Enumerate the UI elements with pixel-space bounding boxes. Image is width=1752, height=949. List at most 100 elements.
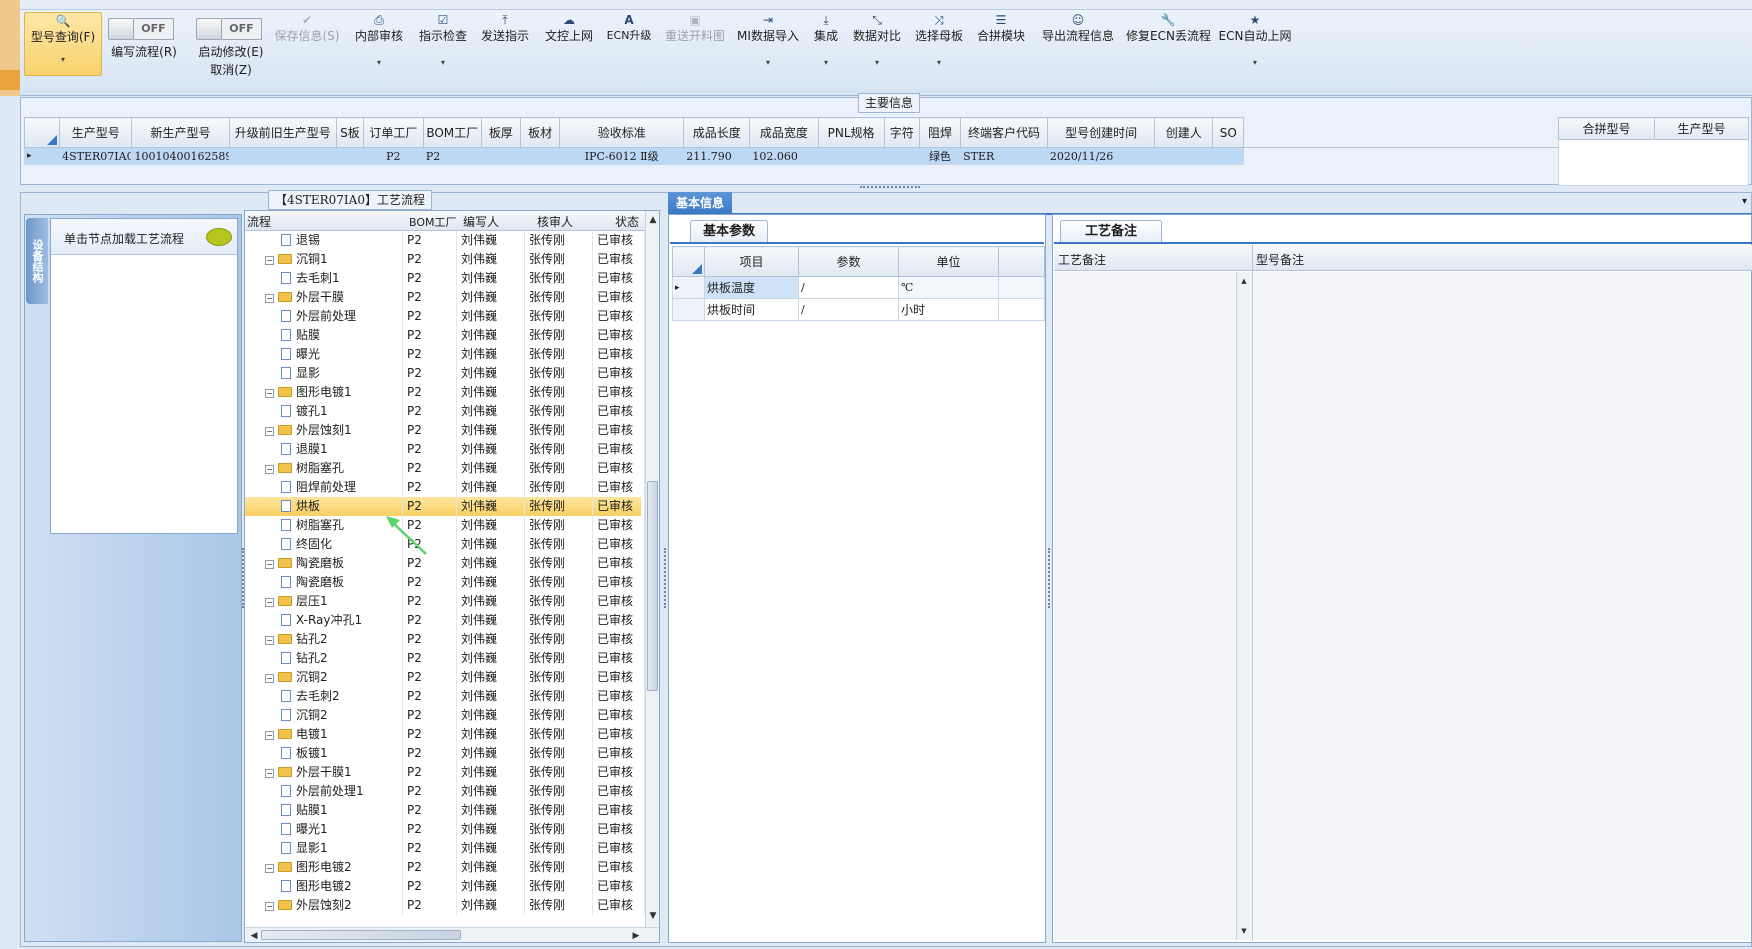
ecn-upgrade-button[interactable]: A ECN升级 <box>604 12 654 44</box>
collapse-icon[interactable]: − <box>265 465 274 474</box>
tab-process-notes[interactable]: 工艺备注 <box>1060 220 1163 242</box>
cell-factory[interactable]: P2 <box>403 421 457 440</box>
cell-status[interactable]: 已审核 <box>593 459 645 478</box>
cell-status[interactable]: 已审核 <box>593 877 645 896</box>
table-row[interactable]: 烘板时间 / 小时 <box>672 298 1045 321</box>
col-header[interactable]: 终端客户代码 <box>960 117 1048 148</box>
integrate-button[interactable]: ⤓ 集成 ▾ <box>810 12 842 68</box>
cell-reviewer[interactable]: 张传刚 <box>525 896 593 915</box>
cell-status[interactable]: 已审核 <box>593 421 645 440</box>
cell-factory[interactable]: P2 <box>403 896 457 915</box>
cell[interactable]: IPC-6012 Ⅱ级 <box>559 147 685 165</box>
tree-row[interactable]: 沉铜2 P2 刘伟巍 张传刚 已审核 <box>245 706 645 725</box>
cell-reviewer[interactable]: 张传刚 <box>525 744 593 763</box>
cell-status[interactable]: 已审核 <box>593 668 645 687</box>
cell-factory[interactable]: P2 <box>403 573 457 592</box>
model-query-button[interactable]: 🔍 型号查询(F) ▾ <box>24 12 102 76</box>
tree-node[interactable]: 曝光 <box>245 345 403 364</box>
tree-row[interactable]: 钻孔2 P2 刘伟巍 张传刚 已审核 <box>245 649 645 668</box>
cell-writer[interactable]: 刘伟巍 <box>457 497 525 516</box>
cell[interactable] <box>480 147 521 165</box>
cell-writer[interactable]: 刘伟巍 <box>457 250 525 269</box>
col-header[interactable]: SO <box>1212 117 1245 148</box>
ecn-auto-online-button[interactable]: ★ ECN自动上网 ▾ <box>1218 12 1292 68</box>
cell-status[interactable]: 已审核 <box>593 763 645 782</box>
cell[interactable]: 10010400162589 <box>131 147 230 165</box>
collapse-icon[interactable]: − <box>265 864 274 873</box>
cell-status[interactable]: 已审核 <box>593 497 645 516</box>
tree-row[interactable]: − 外层蚀刻1 P2 刘伟巍 张传刚 已审核 <box>245 421 645 440</box>
collapse-icon[interactable]: − <box>265 902 274 911</box>
cell-factory[interactable]: P2 <box>403 440 457 459</box>
col-header[interactable]: 项目 <box>704 246 799 277</box>
cell-reviewer[interactable]: 张传刚 <box>525 801 593 820</box>
edit-flow-label[interactable]: 编写流程(R) <box>104 44 184 60</box>
cell-writer[interactable]: 刘伟巍 <box>457 364 525 383</box>
cell-reviewer[interactable]: 张传刚 <box>525 383 593 402</box>
model-note-textarea[interactable] <box>1254 272 1750 940</box>
cell-reviewer[interactable]: 张传刚 <box>525 516 593 535</box>
col-header[interactable]: 成品长度 <box>683 117 751 148</box>
tree-node[interactable]: − 外层蚀刻1 <box>245 421 403 440</box>
col-header[interactable]: BOM工厂 <box>422 117 482 148</box>
cell-factory[interactable]: P2 <box>403 288 457 307</box>
auto-modify-label[interactable]: 启动修改(E) <box>186 44 276 60</box>
cell-status[interactable]: 已审核 <box>593 516 645 535</box>
cell-factory[interactable]: P2 <box>403 839 457 858</box>
cell-reviewer[interactable]: 张传刚 <box>525 497 593 516</box>
cell-factory[interactable]: P2 <box>403 307 457 326</box>
cell-status[interactable]: 已审核 <box>593 782 645 801</box>
cell-status[interactable]: 已审核 <box>593 706 645 725</box>
tree-row[interactable]: − 外层干膜1 P2 刘伟巍 张传刚 已审核 <box>245 763 645 782</box>
tree-row[interactable]: 退膜1 P2 刘伟巍 张传刚 已审核 <box>245 440 645 459</box>
cell-status[interactable]: 已审核 <box>593 839 645 858</box>
row-indicator-header[interactable] <box>672 246 705 277</box>
process-note-textarea[interactable] <box>1054 272 1252 940</box>
cell-writer[interactable]: 刘伟巍 <box>457 307 525 326</box>
tree-row[interactable]: 镀孔1 P2 刘伟巍 张传刚 已审核 <box>245 402 645 421</box>
col-header[interactable]: 阻焊 <box>918 117 962 148</box>
cell-reviewer[interactable]: 张传刚 <box>525 668 593 687</box>
tree-node[interactable]: − 外层蚀刻2 <box>245 896 403 915</box>
tree-row[interactable]: − 树脂塞孔 P2 刘伟巍 张传刚 已审核 <box>245 459 645 478</box>
tree-row[interactable]: 烘板 P2 刘伟巍 张传刚 已审核 <box>245 497 645 516</box>
tree-node[interactable]: 沉铜2 <box>245 706 403 725</box>
cell[interactable]: 102.060 <box>749 147 819 165</box>
collapse-icon[interactable]: − <box>265 427 274 436</box>
cell-reviewer[interactable]: 张传刚 <box>525 592 593 611</box>
col-header[interactable]: 型号创建时间 <box>1046 117 1156 148</box>
cell-status[interactable]: 已审核 <box>593 383 645 402</box>
splitter-handle[interactable] <box>242 548 244 608</box>
tree-node[interactable]: − 沉铜1 <box>245 250 403 269</box>
cell-reviewer[interactable]: 张传刚 <box>525 231 593 250</box>
cell[interactable]: 绿色 <box>918 147 962 165</box>
cell[interactable]: 小时 <box>898 298 999 321</box>
collapse-icon[interactable]: − <box>265 598 274 607</box>
cell-factory[interactable]: P2 <box>403 725 457 744</box>
tree-row[interactable]: 外层前处理1 P2 刘伟巍 张传刚 已审核 <box>245 782 645 801</box>
cell-reviewer[interactable]: 张传刚 <box>525 649 593 668</box>
tree-node[interactable]: 显影1 <box>245 839 403 858</box>
cell-writer[interactable]: 刘伟巍 <box>457 478 525 497</box>
collapse-icon[interactable]: − <box>265 389 274 398</box>
cell[interactable] <box>817 147 885 165</box>
scroll-up-icon[interactable]: ▲ <box>1237 274 1251 288</box>
cell-writer[interactable]: 刘伟巍 <box>457 440 525 459</box>
tree-node[interactable]: − 沉铜2 <box>245 668 403 687</box>
cell-writer[interactable]: 刘伟巍 <box>457 649 525 668</box>
cell-writer[interactable]: 刘伟巍 <box>457 402 525 421</box>
cell-writer[interactable]: 刘伟巍 <box>457 801 525 820</box>
cell[interactable] <box>228 147 338 165</box>
tree-node[interactable]: 去毛刺2 <box>245 687 403 706</box>
cell-reviewer[interactable]: 张传刚 <box>525 307 593 326</box>
cell-factory[interactable]: P2 <box>403 782 457 801</box>
cell-reviewer[interactable]: 张传刚 <box>525 288 593 307</box>
cell-reviewer[interactable]: 张传刚 <box>525 478 593 497</box>
cell-factory[interactable]: P2 <box>403 231 457 250</box>
cell[interactable]: 4STER07IA0 <box>59 147 133 165</box>
cell-reviewer[interactable]: 张传刚 <box>525 269 593 288</box>
tree-node[interactable]: − 外层干膜1 <box>245 763 403 782</box>
tree-node[interactable]: 贴膜 <box>245 326 403 345</box>
cell-writer[interactable]: 刘伟巍 <box>457 459 525 478</box>
tree-node[interactable]: X-Ray冲孔1 <box>245 611 403 630</box>
